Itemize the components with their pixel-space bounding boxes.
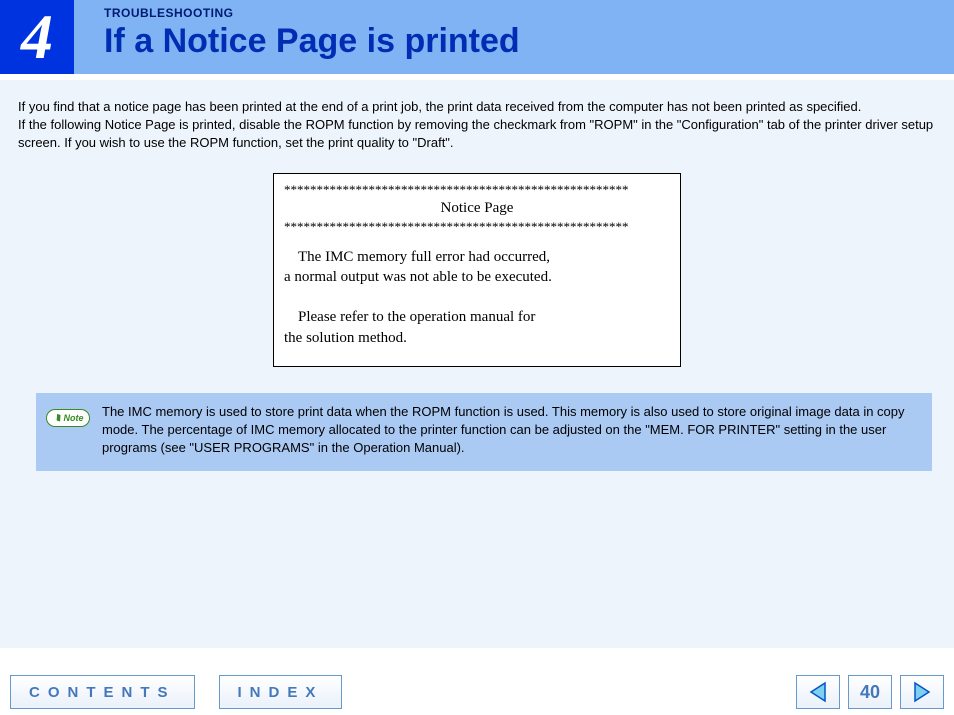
page-number-box: 40 — [848, 675, 892, 709]
intro-text: If you find that a notice page has been … — [18, 98, 936, 153]
manual-page: 4 TROUBLESHOOTING If a Notice Page is pr… — [0, 0, 954, 715]
notice-line-2: a normal output was not able to be execu… — [284, 269, 552, 285]
note-badge-label: Note — [64, 413, 84, 423]
page-body: If you find that a notice page has been … — [0, 80, 954, 648]
index-label: INDEX — [238, 684, 324, 701]
notice-line-1: The IMC memory full error had occurred, — [284, 247, 670, 267]
page-header: 4 TROUBLESHOOTING If a Notice Page is pr… — [0, 0, 954, 74]
prev-arrow-icon — [807, 681, 829, 703]
page-footer: CONTENTS INDEX 40 — [0, 661, 954, 715]
header-text-block: TROUBLESHOOTING If a Notice Page is prin… — [74, 0, 520, 74]
notice-title: Notice Page — [284, 198, 670, 219]
note-text: The IMC memory is used to store print da… — [102, 403, 918, 458]
prev-page-button[interactable] — [796, 675, 840, 709]
index-button[interactable]: INDEX — [219, 675, 343, 709]
section-label: TROUBLESHOOTING — [104, 6, 520, 20]
notice-line-3: Please refer to the operation manual for — [284, 307, 670, 327]
contents-label: CONTENTS — [29, 684, 176, 701]
intro-paragraph-1: If you find that a notice page has been … — [18, 98, 936, 116]
chapter-number-box: 4 — [0, 0, 74, 74]
next-page-button[interactable] — [900, 675, 944, 709]
note-block: Note The IMC memory is used to store pri… — [36, 393, 932, 472]
asterisk-line-bottom: ****************************************… — [284, 219, 670, 235]
notice-line-4: the solution method. — [284, 330, 407, 346]
asterisk-line-top: ****************************************… — [284, 182, 670, 198]
next-arrow-icon — [911, 681, 933, 703]
chapter-number: 4 — [21, 0, 53, 74]
page-number: 40 — [860, 682, 880, 703]
contents-button[interactable]: CONTENTS — [10, 675, 195, 709]
page-title: If a Notice Page is printed — [104, 22, 520, 61]
note-badge: Note — [46, 409, 90, 427]
notice-body: The IMC memory full error had occurred, … — [284, 247, 670, 348]
notice-page-sample: ****************************************… — [273, 173, 681, 367]
intro-paragraph-2: If the following Notice Page is printed,… — [18, 116, 936, 152]
